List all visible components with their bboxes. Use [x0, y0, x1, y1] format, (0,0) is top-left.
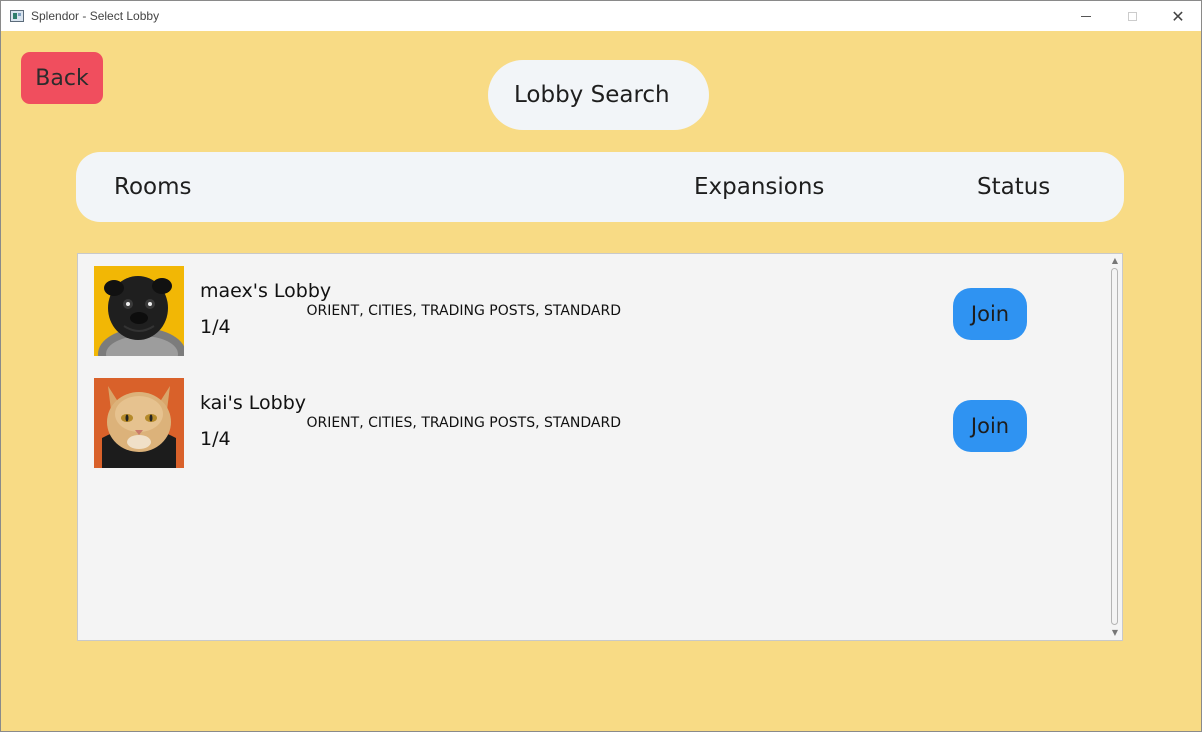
window-controls: ✕: [1063, 1, 1201, 31]
lobby-player-count: 1/4: [200, 428, 231, 450]
scroll-thumb[interactable]: [1111, 268, 1118, 625]
back-button[interactable]: Back: [21, 52, 103, 104]
lobby-row: kai's Lobby 1/4 ORIENT, CITIES, TRADING …: [94, 378, 1094, 468]
maximize-icon: [1127, 11, 1137, 21]
lobby-row: maex's Lobby 1/4 ORIENT, CITIES, TRADING…: [94, 266, 1094, 356]
minimize-icon: [1081, 15, 1091, 17]
close-icon: ✕: [1171, 6, 1185, 26]
close-button[interactable]: ✕: [1155, 1, 1201, 31]
minimize-button[interactable]: [1063, 1, 1109, 31]
scrollbar[interactable]: ▲ ▼: [1108, 254, 1122, 640]
lobby-player-count: 1/4: [200, 316, 231, 338]
page-title: Lobby Search: [488, 60, 709, 130]
lobby-expansions: ORIENT, CITIES, TRADING POSTS, STANDARD: [306, 415, 621, 431]
column-header-expansions: Expansions: [694, 174, 825, 200]
window-title: Splendor - Select Lobby: [31, 9, 160, 23]
maximize-button[interactable]: [1109, 1, 1155, 31]
join-button[interactable]: Join: [953, 400, 1027, 452]
title-bar: Splendor - Select Lobby ✕: [1, 1, 1201, 31]
scroll-up-icon[interactable]: ▲: [1110, 256, 1120, 266]
lobby-expansions: ORIENT, CITIES, TRADING POSTS, STANDARD: [306, 303, 621, 319]
app-icon: [10, 10, 24, 22]
lobby-name: kai's Lobby: [200, 392, 306, 414]
cat-avatar-icon: [94, 378, 184, 468]
column-header-bar: Rooms Expansions Status: [76, 152, 1124, 222]
column-header-status: Status: [977, 174, 1051, 200]
join-button[interactable]: Join: [953, 288, 1027, 340]
app-window: Splendor - Select Lobby ✕ Back Lobby Sea…: [0, 0, 1202, 732]
lobby-name: maex's Lobby: [200, 280, 332, 302]
pug-avatar-icon: [94, 266, 184, 356]
lobby-list[interactable]: maex's Lobby 1/4 ORIENT, CITIES, TRADING…: [77, 253, 1123, 641]
scroll-down-icon[interactable]: ▼: [1110, 628, 1120, 638]
column-header-rooms: Rooms: [114, 174, 192, 200]
